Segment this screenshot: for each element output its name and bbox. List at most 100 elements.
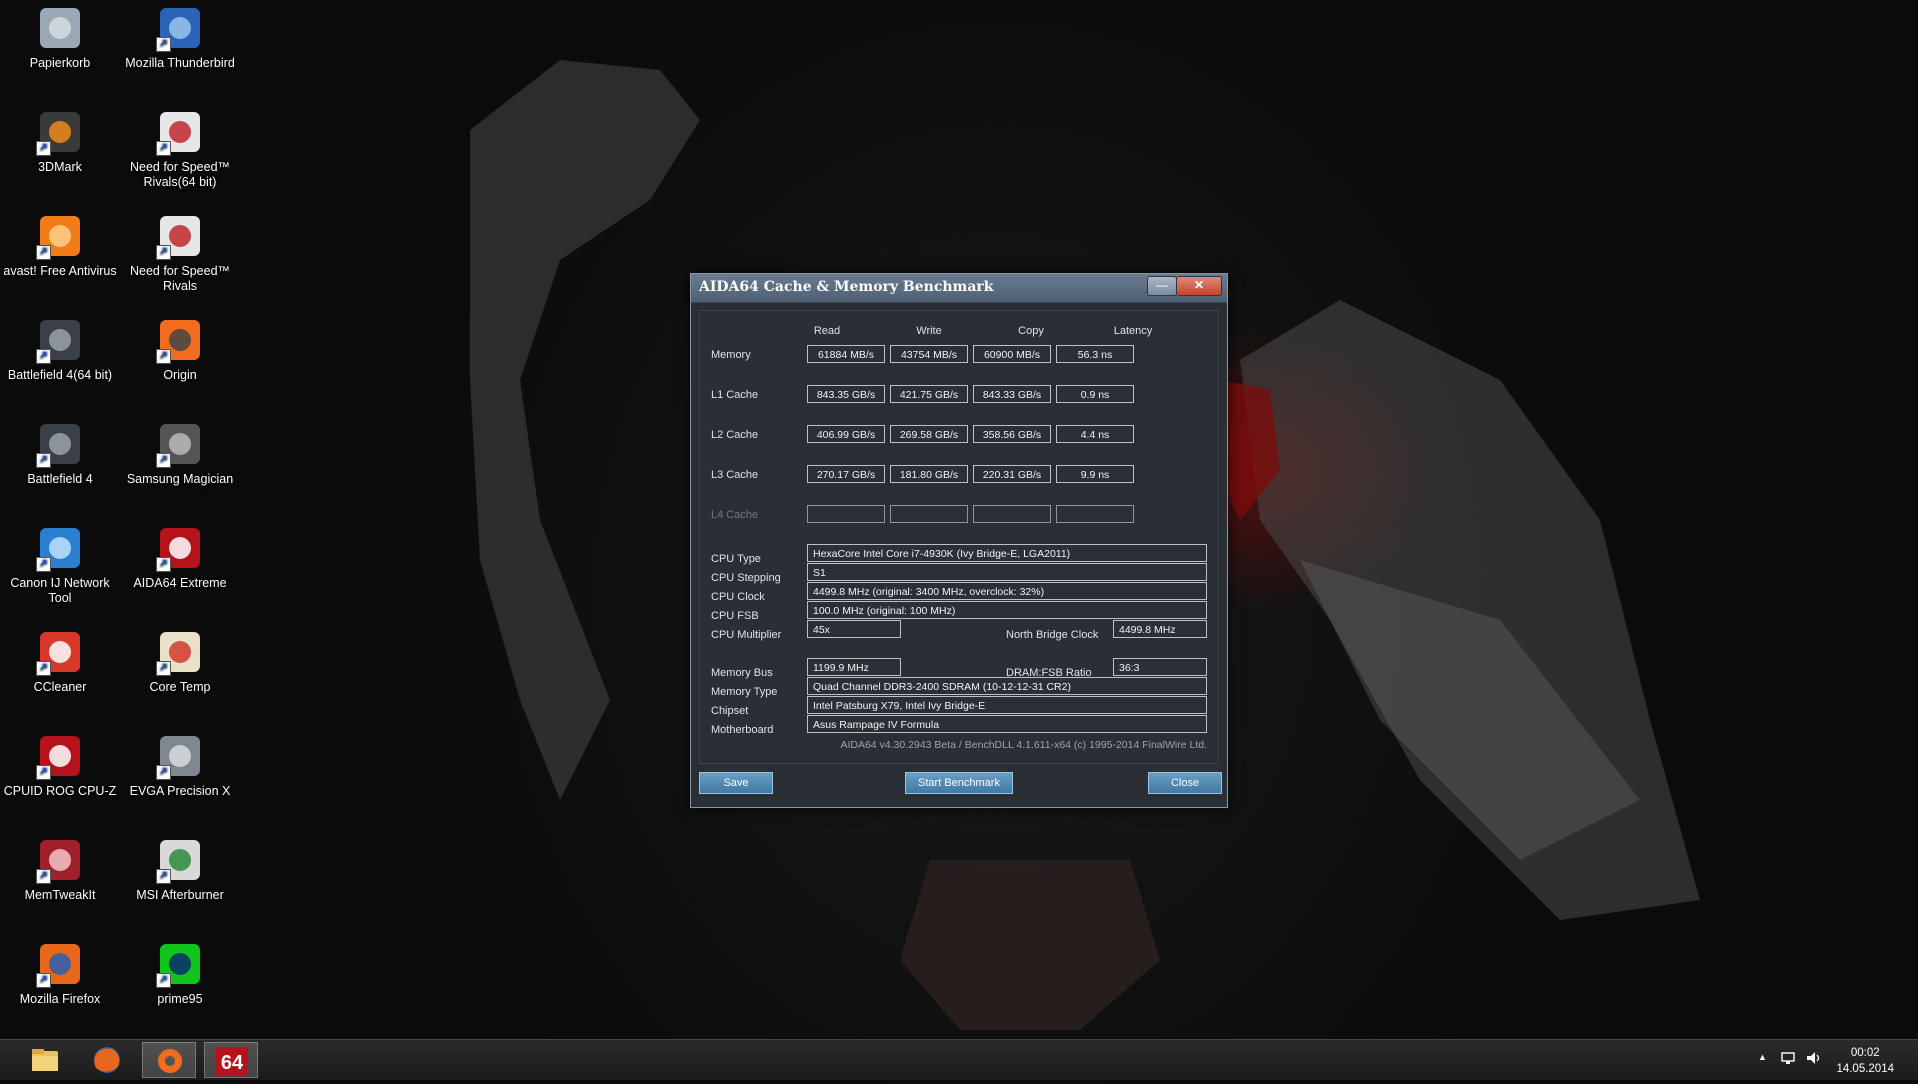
desktop-icon-label: Mozilla Thunderbird [125,56,235,70]
cpu-type-label: CPU Type [711,553,761,565]
desktop-icon[interactable]: ↗ MemTweakIt [2,836,118,903]
volume-icon[interactable] [1805,1050,1823,1069]
motherboard-field: Asus Rampage IV Formula [807,715,1207,733]
aida64-taskbar-label: 64 [221,1052,244,1074]
avast-icon: ↗ [36,212,84,260]
memory-type-label: Memory Type [711,686,778,698]
desktop-icon-label: prime95 [157,992,203,1006]
desktop-icon[interactable]: ↗ Origin [122,316,238,383]
desktop-icon[interactable]: ↗ avast! Free Antivirus [2,212,118,279]
nfs-icon: ↗ [156,212,204,260]
taskbar-origin[interactable] [142,1042,196,1078]
shortcut-arrow-icon: ↗ [36,973,51,988]
shortcut-arrow-icon: ↗ [36,453,51,468]
minimize-button[interactable]: — [1147,276,1177,296]
desktop-icon[interactable]: ↗ Battlefield 4(64 bit) [2,316,118,383]
desktop-icon[interactable]: ↗ Canon IJ Network Tool [2,524,118,606]
result-cell: 60900 MB/s [973,345,1051,363]
shortcut-arrow-icon: ↗ [36,661,51,676]
result-cell: 421.75 GB/s [890,385,968,403]
save-button[interactable]: Save [699,772,773,794]
desktop-icon[interactable]: ↗ Need for Speed™ Rivals(64 bit) [122,108,238,190]
desktop-icon[interactable]: ↗ AIDA64 Extreme [122,524,238,591]
clock-date: 14.05.2014 [1836,1063,1894,1075]
column-header-write: Write [916,325,942,337]
system-clock[interactable]: 00:02 14.05.2014 [1836,1045,1894,1077]
desktop-icon-label: Samsung Magician [126,472,234,486]
result-cell: 56.3 ns [1056,345,1134,363]
desktop-icon[interactable]: Papierkorb [2,4,118,71]
shortcut-arrow-icon: ↗ [156,453,171,468]
firefox-icon [94,1047,120,1073]
desktop-icon[interactable]: ↗ Battlefield 4 [2,420,118,487]
shortcut-arrow-icon: ↗ [36,557,51,572]
cpu-clock-label: CPU Clock [711,591,765,603]
result-cell [973,505,1051,523]
result-cell: 181.80 GB/s [890,465,968,483]
origin-icon: ↗ [156,316,204,364]
shortcut-arrow-icon: ↗ [156,37,171,52]
shortcut-arrow-icon: ↗ [156,869,171,884]
prime95-icon: ↗ [156,940,204,988]
desktop-icon[interactable]: ↗ MSI Afterburner [122,836,238,903]
desktop-icon[interactable]: ↗ CPUID ROG CPU-Z [2,732,118,799]
cpu-multiplier-label: CPU Multiplier [711,629,782,641]
desktop-icon[interactable]: ↗ Mozilla Thunderbird [122,4,238,71]
desktop-icon[interactable]: ↗ prime95 [122,940,238,1007]
close-button[interactable]: Close [1148,772,1222,794]
shortcut-arrow-icon: ↗ [36,765,51,780]
start-benchmark-button[interactable]: Start Benchmark [905,772,1013,794]
result-cell: 843.33 GB/s [973,385,1051,403]
cpu-fsb-field: 100.0 MHz (original: 100 MHz) [807,601,1207,619]
cpuz-icon: ↗ [36,732,84,780]
desktop-icon-label: EVGA Precision X [129,784,231,798]
result-cell [807,505,885,523]
taskbar-file-explorer[interactable] [18,1042,72,1078]
desktop-icon-label: Battlefield 4(64 bit) [7,368,113,382]
desktop-icon[interactable]: ↗ 3DMark [2,108,118,175]
origin-icon [158,1049,182,1073]
cpu-type-field: HexaCore Intel Core i7-4930K (Ivy Bridge… [807,544,1207,562]
desktop-icon[interactable]: ↗ CCleaner [2,628,118,695]
network-icon[interactable] [1780,1050,1798,1069]
result-cell: 220.31 GB/s [973,465,1051,483]
desktop-icon-label: Core Temp [149,680,211,694]
coretemp-icon: ↗ [156,628,204,676]
nb-clock-label: North Bridge Clock [1006,629,1099,641]
result-cell: 9.9 ns [1056,465,1134,483]
dram-ratio-field: 36:3 [1113,658,1207,676]
3dmark-icon: ↗ [36,108,84,156]
desktop-icon[interactable]: ↗ Need for Speed™ Rivals [122,212,238,294]
desktop-icon[interactable]: ↗ EVGA Precision X [122,732,238,799]
evga-precision-icon: ↗ [156,732,204,780]
shortcut-arrow-icon: ↗ [156,973,171,988]
cpu-stepping-field: S1 [807,563,1207,581]
cpu-clock-field: 4499.8 MHz (original: 3400 MHz, overcloc… [807,582,1207,600]
file-explorer-icon [32,1049,58,1071]
ccleaner-icon: ↗ [36,628,84,676]
desktop-icon-label: MemTweakIt [24,888,96,902]
taskbar: 64 ▲ 00:02 14.05.2014 [0,1039,1918,1080]
shortcut-arrow-icon: ↗ [156,661,171,676]
row-label: L1 Cache [711,389,759,401]
column-header-copy: Copy [1018,325,1044,337]
desktop-icon-label: Origin [163,368,197,382]
close-window-button[interactable]: ✕ [1176,276,1222,296]
row-label: Memory [711,349,751,361]
taskbar-firefox[interactable] [80,1042,134,1078]
taskbar-aida64[interactable]: 64 [204,1042,258,1078]
cpu-stepping-label: CPU Stepping [711,572,781,584]
column-header-latency: Latency [1113,325,1153,337]
desktop-icon[interactable]: ↗ Core Temp [122,628,238,695]
desktop-icon[interactable]: ↗ Samsung Magician [122,420,238,487]
tray-overflow-arrow[interactable]: ▲ [1758,1052,1767,1062]
shortcut-arrow-icon: ↗ [156,141,171,156]
shortcut-arrow-icon: ↗ [156,557,171,572]
window-title: AIDA64 Cache & Memory Benchmark [699,279,994,295]
result-cell [890,505,968,523]
title-bar[interactable]: AIDA64 Cache & Memory Benchmark — ✕ [691,274,1227,303]
row-label: L4 Cache [711,509,759,521]
desktop-icon[interactable]: ↗ Mozilla Firefox [2,940,118,1007]
result-cell: 406.99 GB/s [807,425,885,443]
cpu-multiplier-field: 45x [807,620,901,638]
